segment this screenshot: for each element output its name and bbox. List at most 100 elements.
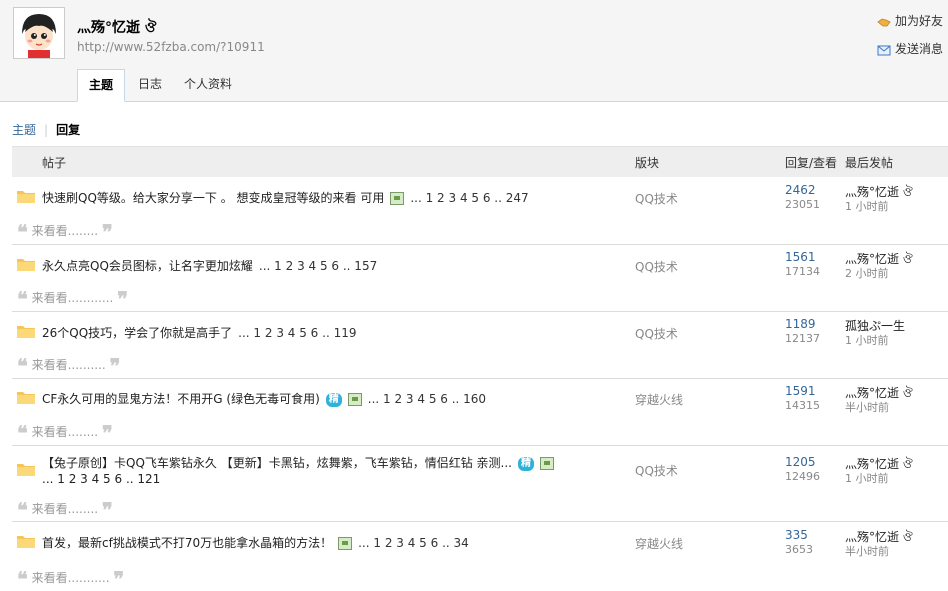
quote-open-icon: ❝ — [17, 567, 28, 591]
forum-link[interactable]: 穿越火线 — [635, 391, 683, 408]
quote-text: 来看看.......... — [31, 358, 106, 372]
folder-icon — [17, 326, 35, 338]
forum-link[interactable]: QQ技术 — [635, 190, 678, 207]
folder-icon — [17, 464, 35, 476]
reply-count[interactable]: 1561 — [785, 250, 816, 264]
reply-quote: ❝ 来看看........ ❞ — [17, 220, 113, 244]
quote-close-icon: ❞ — [101, 220, 113, 244]
quote-close-icon: ❞ — [101, 498, 113, 522]
reply-quote: ❝ 来看看............ ❞ — [17, 287, 128, 311]
digest-badge: 精 — [517, 456, 534, 471]
reply-count[interactable]: 335 — [785, 528, 808, 542]
quote-text: 来看看............ — [31, 291, 114, 305]
post-title: 26个QQ技巧，学会了你就是高手了 — [42, 326, 233, 340]
subnav-replies-current[interactable]: 回复 — [56, 123, 80, 137]
table-row: 首发，最新cf挑战模式不打70万也能拿水晶箱的方法！ ... 1 2 3 4 5 … — [12, 522, 948, 591]
forum-link[interactable]: QQ技术 — [635, 325, 678, 342]
image-attachment-icon — [539, 457, 554, 470]
username: 灬殇°忆逝 ঔ — [77, 20, 157, 36]
tab-profile[interactable]: 个人资料 — [184, 69, 232, 100]
post-title-link[interactable]: 26个QQ技巧，学会了你就是高手了 ... 1 2 3 4 5 6 .. 119 — [42, 324, 356, 341]
forum-link[interactable]: 穿越火线 — [635, 535, 683, 552]
send-message-button[interactable]: 发送消息 — [877, 40, 943, 57]
handshake-icon — [877, 18, 891, 26]
table-row: 26个QQ技巧，学会了你就是高手了... 1 2 3 4 5 6 .. 119 … — [12, 312, 948, 379]
post-title-link[interactable]: 快速刷QQ等级。给大家分享一下 。 想变成皇冠等级的来看 可用 ... 1 2 3… — [42, 189, 529, 206]
avatar[interactable] — [13, 7, 65, 59]
quote-open-icon: ❝ — [17, 354, 28, 378]
last-post-time[interactable]: 半小时前 — [845, 399, 889, 415]
page-links[interactable]: ... 1 2 3 4 5 6 .. 157 — [259, 259, 377, 273]
folder-icon — [17, 191, 35, 203]
view-count: 17134 — [785, 265, 820, 278]
quote-open-icon: ❝ — [17, 421, 28, 445]
folder-icon — [17, 536, 35, 548]
quote-text: 来看看........... — [31, 571, 110, 585]
quote-text: 来看看........ — [31, 224, 99, 238]
post-title-link[interactable]: 永久点亮QQ会员图标，让名字更加炫耀 ... 1 2 3 4 5 6 .. 157 — [42, 257, 377, 274]
image-attachment-icon — [347, 393, 362, 406]
reply-count[interactable]: 1591 — [785, 384, 816, 398]
page-links[interactable]: ... 1 2 3 4 5 6 .. 34 — [358, 536, 469, 550]
reply-quote: ❝ 来看看........... ❞ — [17, 567, 124, 591]
last-post-time[interactable]: 2 小时前 — [845, 265, 889, 281]
view-count: 12137 — [785, 332, 820, 345]
quote-text: 来看看........ — [31, 425, 99, 439]
quote-open-icon: ❝ — [17, 498, 28, 522]
profile-url[interactable]: http://www.52fzba.com/?10911 — [77, 40, 265, 54]
sub-navigation: 主题 | 回复 — [12, 121, 80, 138]
quote-close-icon: ❞ — [117, 287, 128, 311]
post-title: 首发，最新cf挑战模式不打70万也能拿水晶箱的方法！ — [42, 536, 333, 550]
post-title-link[interactable]: CF永久可用的显鬼方法！不用开G (绿色无毒可食用) 精 ... 1 2 3 4 5… — [42, 390, 486, 407]
reply-count[interactable]: 2462 — [785, 183, 816, 197]
image-attachment-icon — [338, 537, 353, 550]
post-title-link[interactable]: 首发，最新cf挑战模式不打70万也能拿水晶箱的方法！ ... 1 2 3 4 5 … — [42, 534, 469, 551]
reply-quote: ❝ 来看看.......... ❞ — [17, 354, 120, 378]
quote-close-icon: ❞ — [101, 421, 113, 445]
view-count: 12496 — [785, 470, 820, 483]
header-reply-view: 回复/查看 — [785, 156, 838, 170]
profile-header: 灬殇°忆逝 ঔ http://www.52fzba.com/?10911 加为好… — [0, 0, 948, 102]
folder-icon — [17, 392, 35, 404]
add-friend-label: 加为好友 — [894, 14, 943, 28]
table-row: 【兔子原创】卡QQ飞车紫钻永久 【更新】卡黑钻，炫舞紫，飞车紫钻，情侣红钻 亲测… — [12, 446, 948, 522]
view-count: 3653 — [785, 543, 813, 556]
forum-link[interactable]: QQ技术 — [635, 462, 678, 479]
quote-open-icon: ❝ — [17, 287, 28, 311]
last-post-time[interactable]: 1 小时前 — [845, 470, 889, 486]
reply-count[interactable]: 1189 — [785, 317, 816, 331]
table-row: 快速刷QQ等级。给大家分享一下 。 想变成皇冠等级的来看 可用 ... 1 2 3… — [12, 177, 948, 245]
page-links[interactable]: ... 1 2 3 4 5 6 .. 119 — [238, 326, 356, 340]
last-post-time[interactable]: 1 小时前 — [845, 198, 889, 214]
page-links[interactable]: ... 1 2 3 4 5 6 .. 247 — [410, 191, 528, 205]
table-row: 永久点亮QQ会员图标，让名字更加炫耀 ... 1 2 3 4 5 6 .. 157… — [12, 245, 948, 312]
subnav-topics-link[interactable]: 主题 — [12, 123, 36, 137]
table-header: 帖子 版块 回复/查看 最后发帖 — [12, 146, 948, 177]
reply-quote: ❝ 来看看........ ❞ — [17, 421, 113, 445]
reply-count[interactable]: 1205 — [785, 455, 816, 469]
post-title: 永久点亮QQ会员图标，让名字更加炫耀 — [42, 259, 253, 273]
header-post: 帖子 — [42, 156, 67, 170]
tab-topics[interactable]: 主题 — [77, 69, 125, 102]
quote-close-icon: ❞ — [109, 354, 121, 378]
envelope-icon — [877, 45, 891, 55]
page-links[interactable]: ... 1 2 3 4 5 6 .. 160 — [368, 392, 486, 406]
post-title: 快速刷QQ等级。给大家分享一下 。 想变成皇冠等级的来看 可用 — [42, 191, 385, 205]
tab-blog[interactable]: 日志 — [138, 69, 162, 100]
image-attachment-icon — [390, 192, 405, 205]
quote-close-icon: ❞ — [113, 567, 125, 591]
quote-text: 来看看........ — [31, 502, 99, 516]
digest-badge: 精 — [325, 392, 342, 407]
page-links[interactable]: ... 1 2 3 4 5 6 .. 121 — [42, 472, 160, 486]
cartoon-avatar-icon — [14, 8, 64, 58]
add-friend-button[interactable]: 加为好友 — [877, 12, 943, 29]
folder-icon — [17, 259, 35, 271]
post-title-link[interactable]: 【兔子原创】卡QQ飞车紫钻永久 【更新】卡黑钻，炫舞紫，飞车紫钻，情侣红钻 亲测… — [42, 454, 554, 471]
forum-link[interactable]: QQ技术 — [635, 258, 678, 275]
header-last-post: 最后发帖 — [845, 156, 894, 170]
post-title: 【兔子原创】卡QQ飞车紫钻永久 【更新】卡黑钻，炫舞紫，飞车紫钻，情侣红钻 亲测… — [42, 456, 512, 470]
last-post-time[interactable]: 半小时前 — [845, 543, 889, 559]
header-forum: 版块 — [635, 156, 660, 170]
view-count: 14315 — [785, 399, 820, 412]
last-post-time[interactable]: 1 小时前 — [845, 332, 889, 348]
